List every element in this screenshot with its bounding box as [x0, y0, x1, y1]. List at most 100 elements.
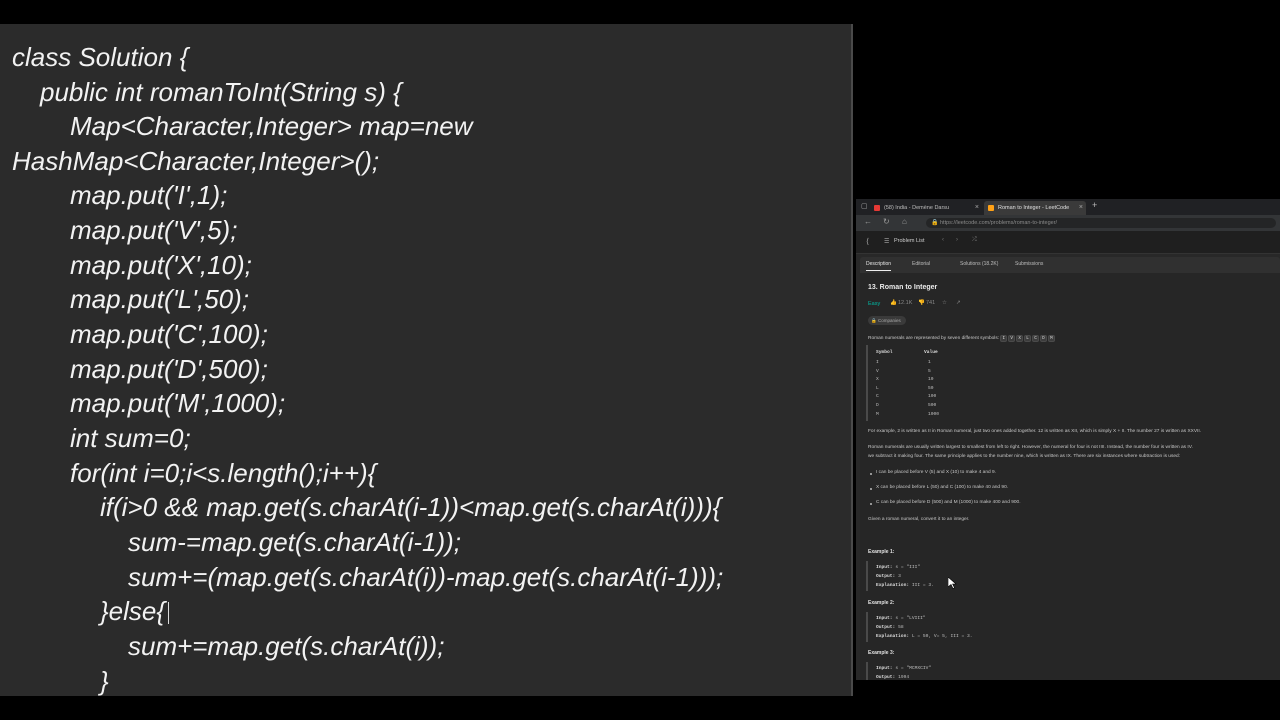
text-cursor [168, 602, 169, 624]
thumbs-down-icon[interactable]: 👎 [918, 300, 925, 306]
table-cell: 1000 [928, 411, 940, 417]
symbol-chip: L [1024, 335, 1031, 342]
example-input: Input: s = "LVIII" [876, 616, 926, 621]
companies-label: Companies [878, 318, 901, 323]
new-tab-icon[interactable]: + [1092, 200, 1097, 210]
leetcode-navbar: ⟨ ☰ Problem List ‹ › ⤮ [856, 231, 1280, 254]
example-paragraph: For example, 2 is written as II in Roman… [868, 429, 1202, 434]
code-editor-panel[interactable]: class Solution { public int romanToInt(S… [0, 24, 853, 696]
close-tab-icon[interactable]: × [975, 201, 979, 215]
code-line[interactable]: } [100, 664, 109, 696]
output-value: 1994 [898, 675, 910, 680]
subtraction-paragraph: Roman numerals are usually written large… [868, 445, 1193, 450]
code-line[interactable]: Map<Character,Integer> map=new [70, 109, 473, 143]
problem-list-link[interactable]: Problem List [894, 238, 925, 244]
star-icon[interactable]: ☆ [942, 300, 947, 306]
code-line[interactable]: sum-=map.get(s.charAt(i-1)); [128, 525, 461, 559]
browser-tab-leetcode[interactable]: Roman to Integer - LeetCode × [984, 201, 1086, 215]
tab-bar: ▢ (58) India - Demène Darsu × Roman to I… [856, 199, 1280, 215]
code-line[interactable]: map.put('X',10); [70, 248, 252, 282]
table-cell: 100 [928, 394, 937, 400]
tab-editorial[interactable]: Editorial [912, 261, 930, 267]
tab-submissions[interactable]: Submissions [1015, 261, 1043, 267]
code-line[interactable]: map.put('I',1); [70, 178, 227, 212]
panel-divider [851, 24, 853, 696]
table-header: Value [924, 350, 938, 355]
input-label: Input: [876, 565, 893, 570]
leetcode-logo-icon[interactable]: ⟨ [866, 237, 874, 246]
symbol-chip: M [1048, 335, 1055, 342]
bullet-item: C can be placed before D (500) and M (10… [876, 500, 1021, 505]
code-line[interactable]: for(int i=0;i<s.length();i++){ [70, 456, 376, 490]
bullet-dot [870, 503, 872, 505]
mouse-pointer-icon [948, 577, 957, 589]
example-border [866, 561, 868, 591]
back-icon[interactable]: ← [864, 217, 872, 226]
thumbs-up-icon[interactable]: 👍 [890, 300, 897, 306]
share-icon[interactable]: ↗ [956, 300, 961, 306]
input-label: Input: [876, 666, 893, 671]
example-input: Input: s = "III" [876, 565, 920, 570]
table-value-column: 1 5 10 50 100 500 1000 [928, 359, 939, 419]
code-line[interactable]: HashMap<Character,Integer>(); [12, 144, 379, 178]
table-cell: X [876, 377, 879, 383]
home-icon[interactable]: ⌂ [902, 217, 907, 226]
tab-solutions[interactable]: Solutions (18.2K) [960, 261, 998, 267]
bullet-item: X can be placed before L (50) and C (100… [876, 485, 1009, 490]
example-explanation: Explanation: III = 3. [876, 583, 934, 588]
like-count: 12.1K [898, 300, 913, 306]
bullet-item: I can be placed before V (5) and X (10) … [876, 470, 996, 475]
table-cell: 500 [928, 402, 937, 408]
explanation-value: III = 3. [911, 583, 934, 588]
table-cell: C [876, 394, 879, 400]
description-tabs: Description Editorial Solutions (18.2K) … [860, 257, 1280, 273]
close-tab-icon[interactable]: × [1079, 201, 1083, 215]
explanation-label: Explanation: [876, 634, 910, 639]
table-cell: D [876, 402, 879, 408]
refresh-icon[interactable]: ↻ [883, 217, 890, 226]
list-icon: ☰ [884, 239, 890, 245]
table-symbol-column: I V X L C D M [876, 359, 879, 419]
next-problem-icon[interactable]: › [956, 237, 958, 243]
lock-icon: 🔒 [871, 318, 877, 323]
browser-tab-youtube[interactable]: (58) India - Demène Darsu × [870, 201, 982, 215]
code-line[interactable]: map.put('D',500); [70, 352, 268, 386]
example-title: Example 3: [868, 650, 895, 656]
example-explanation: Explanation: L = 50, V= 5, III = 3. [876, 634, 973, 639]
symbol-chip: C [1032, 335, 1039, 342]
tab-description[interactable]: Description [866, 261, 892, 271]
code-line[interactable]: public int romanToInt(String s) { [40, 75, 402, 109]
subtraction-paragraph: we subtract it making four. The same pri… [868, 454, 1181, 459]
code-line[interactable]: }else{ [100, 594, 165, 628]
shuffle-icon[interactable]: ⤮ [972, 237, 977, 244]
code-line[interactable]: class Solution { [12, 40, 188, 74]
url-field[interactable]: 🔒 https://leetcode.com/problems/roman-to… [926, 218, 1276, 228]
tab-label: (58) India - Demène Darsu [884, 205, 950, 211]
code-line[interactable]: map.put('M',1000); [70, 386, 285, 420]
intro-text: Roman numerals are represented by seven … [868, 336, 1000, 341]
problem-description: 13. Roman to Integer Easy 👍 12.1K 👎 741 … [860, 273, 1280, 680]
table-header-symbol: Symbol [876, 350, 893, 355]
table-header: Symbol [876, 350, 893, 355]
explanation-label: Explanation: [876, 583, 910, 588]
code-line[interactable]: int sum=0; [70, 421, 191, 455]
code-line[interactable]: map.put('C',100); [70, 317, 268, 351]
code-line[interactable]: map.put('V',5); [70, 213, 237, 247]
table-header-value: Value [924, 350, 938, 355]
code-line[interactable]: map.put('L',50); [70, 282, 249, 316]
leetcode-icon [988, 205, 994, 211]
table-cell: V [876, 368, 879, 374]
companies-tag[interactable]: 🔒 Companies [868, 316, 906, 325]
prev-problem-icon[interactable]: ‹ [942, 237, 944, 243]
table-border [866, 345, 868, 421]
code-line[interactable]: if(i>0 && map.get(s.charAt(i-1))<map.get… [100, 490, 721, 524]
output-label: Output: [876, 675, 896, 680]
code-line[interactable]: sum+=(map.get(s.charAt(i))-map.get(s.cha… [128, 560, 723, 594]
table-cell: 50 [928, 385, 934, 391]
code-line[interactable]: sum+=map.get(s.charAt(i)); [128, 629, 444, 663]
window-menu-icon[interactable]: ▢ [861, 202, 868, 210]
example-border [866, 662, 868, 680]
symbol-chip: X [1016, 335, 1023, 342]
output-value: 3 [898, 574, 901, 579]
lock-icon: 🔒 [931, 220, 939, 226]
